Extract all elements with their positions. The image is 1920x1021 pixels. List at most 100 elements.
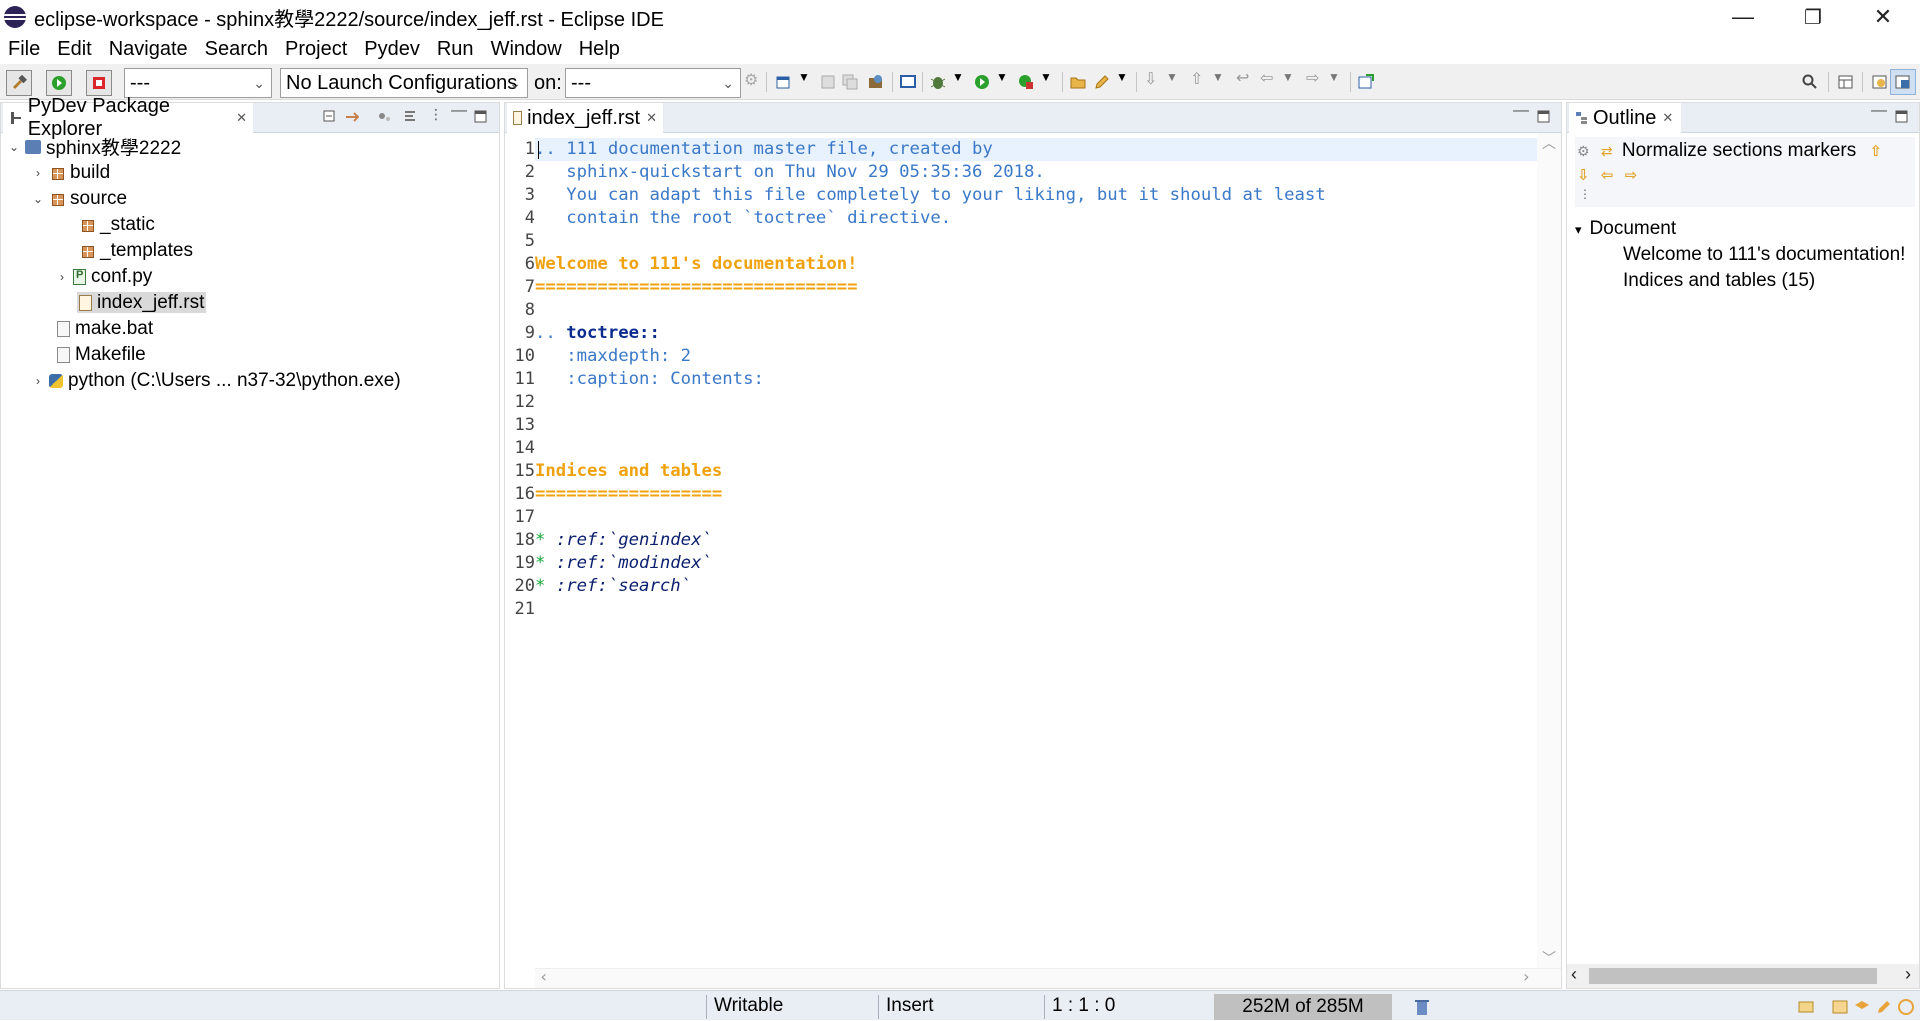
back-dropdown-icon[interactable]: ▼ <box>1282 70 1298 86</box>
java-perspective-icon[interactable] <box>1872 74 1888 90</box>
new-icon[interactable] <box>776 74 792 90</box>
chevron-down-icon[interactable]: ▾ <box>1575 222 1582 237</box>
editor-horizontal-scrollbar[interactable]: ‹ › <box>535 967 1561 988</box>
pydev-perspective-button[interactable] <box>1890 69 1916 95</box>
menu-edit[interactable]: Edit <box>49 38 100 61</box>
previous-annotation-icon[interactable]: ⇧ <box>1190 69 1206 88</box>
scroll-left-icon[interactable]: ‹ <box>539 967 549 986</box>
tree-item-static[interactable]: _static <box>79 214 155 235</box>
new-java-project-icon[interactable] <box>868 74 884 90</box>
launch-target-combo[interactable]: --- ⌄ <box>565 68 741 98</box>
outline-item-welcome[interactable]: Welcome to 111's documentation! <box>1623 243 1905 267</box>
chevron-right-icon[interactable]: › <box>31 166 45 180</box>
chevron-down-icon[interactable]: ⌄ <box>7 140 21 154</box>
save-all-icon[interactable] <box>842 74 858 90</box>
open-perspective-icon[interactable] <box>1838 74 1854 90</box>
tree-item-index-jeff-rst[interactable]: index_jeff.rst <box>77 292 207 313</box>
maximize-view-icon[interactable] <box>1895 110 1909 124</box>
tree-item-make-bat[interactable]: make.bat <box>57 318 153 339</box>
tab-outline[interactable]: Outline ✕ <box>1569 103 1681 133</box>
close-icon[interactable]: ✕ <box>1662 110 1673 126</box>
open-folder-icon[interactable] <box>1070 74 1086 90</box>
pencil-dropdown-icon[interactable]: ▼ <box>1116 70 1132 86</box>
tasks-icon[interactable] <box>1798 999 1816 1015</box>
graduation-cap-icon[interactable] <box>1854 999 1870 1015</box>
next-annotation-dropdown-icon[interactable]: ▼ <box>1166 70 1182 86</box>
coverage-dropdown-icon[interactable]: ▼ <box>1040 70 1056 86</box>
filters-icon[interactable] <box>377 110 391 124</box>
menu-project[interactable]: Project <box>277 38 356 61</box>
save-icon[interactable] <box>820 74 836 90</box>
close-icon[interactable]: ✕ <box>646 110 657 126</box>
tab-package-explorer[interactable]: PyDev Package Explorer ✕ <box>3 95 253 140</box>
menu-search[interactable]: Search <box>197 38 277 61</box>
forward-icon[interactable]: ⇨ <box>1306 68 1322 87</box>
maximize-editor-icon[interactable] <box>1537 110 1551 124</box>
coverage-icon[interactable] <box>1018 74 1034 90</box>
scroll-down-icon[interactable]: ﹀ <box>1542 948 1556 968</box>
scroll-left-icon[interactable]: ‹ <box>1571 964 1577 985</box>
run-dropdown-icon[interactable]: ▼ <box>996 70 1012 86</box>
new-dropdown-icon[interactable]: ▼ <box>798 70 814 86</box>
stop-launch-button[interactable] <box>86 70 112 96</box>
trash-icon[interactable] <box>1414 998 1430 1016</box>
scroll-up-icon[interactable]: ︿ <box>1542 133 1556 153</box>
tree-item-python-interpreter[interactable]: › python (C:\Users ... n37-32\python.exe… <box>31 370 401 391</box>
move-right-icon[interactable]: ⇨ <box>1625 167 1638 184</box>
minimize-view-icon[interactable]: — <box>451 102 467 119</box>
tree-item-templates[interactable]: _templates <box>79 240 193 261</box>
outline-horizontal-scrollbar[interactable]: ‹ › <box>1567 964 1919 988</box>
move-left-icon[interactable]: ⇦ <box>1601 167 1614 184</box>
menu-navigate[interactable]: Navigate <box>101 38 197 61</box>
menu-run[interactable]: Run <box>429 38 483 61</box>
minimize-view-icon[interactable]: — <box>1871 102 1887 119</box>
run-icon[interactable] <box>974 74 990 90</box>
tree-item-build[interactable]: › build <box>31 162 110 183</box>
minimize-editor-icon[interactable]: — <box>1513 102 1529 119</box>
link-with-editor-icon[interactable] <box>345 110 359 124</box>
debug-dropdown-icon[interactable]: ▼ <box>952 70 968 86</box>
close-button[interactable]: ✕ <box>1848 0 1918 34</box>
collapse-all-icon[interactable] <box>323 110 337 124</box>
move-down-icon[interactable]: ⇩ <box>1577 167 1590 184</box>
normalize-sections-markers-button[interactable]: ⚙ ⇄ Normalize sections markers ⇧ <box>1577 139 1882 163</box>
outline-item-indices[interactable]: Indices and tables (15) <box>1623 269 1815 293</box>
menu-file[interactable]: File <box>0 38 49 61</box>
launch-mode-combo[interactable]: --- ⌄ <box>124 68 272 98</box>
menu-window[interactable]: Window <box>483 38 571 61</box>
maximize-view-icon[interactable] <box>474 110 488 124</box>
scroll-right-icon[interactable]: › <box>1521 967 1531 986</box>
pin-editor-icon[interactable] <box>1358 74 1374 90</box>
menu-help[interactable]: Help <box>571 38 629 61</box>
outline-root-document[interactable]: ▾ Document <box>1575 217 1676 241</box>
forward-dropdown-icon[interactable]: ▼ <box>1328 70 1344 86</box>
chevron-right-icon[interactable]: › <box>31 374 45 388</box>
next-annotation-icon[interactable]: ⇩ <box>1144 69 1160 88</box>
rst-text-editor[interactable]: 1.. 111 documentation master file, creat… <box>505 133 1561 988</box>
tree-item-conf-py[interactable]: › conf.py <box>55 266 152 287</box>
chevron-right-icon[interactable]: › <box>55 270 69 284</box>
pencil-icon[interactable] <box>1094 74 1110 90</box>
book-icon[interactable] <box>1832 999 1848 1015</box>
minimize-button[interactable]: — <box>1708 0 1778 34</box>
view-menu-icon[interactable]: ⋮ <box>1579 187 1591 201</box>
pencil-icon[interactable] <box>1876 999 1892 1015</box>
gear-icon[interactable]: ⚙ <box>744 70 760 89</box>
move-up-icon[interactable]: ⇧ <box>1870 143 1883 160</box>
back-icon[interactable]: ⇦ <box>1260 68 1276 87</box>
editor-vertical-scrollbar[interactable]: ︿ ﹀ <box>1537 133 1561 968</box>
restore-button[interactable]: ❐ <box>1778 0 1848 34</box>
focus-active-task-icon[interactable] <box>403 110 417 124</box>
build-button[interactable] <box>6 70 32 96</box>
console-icon[interactable] <box>900 74 916 90</box>
tree-item-project[interactable]: ⌄ sphinx教學2222 <box>7 136 181 159</box>
run-launch-button[interactable] <box>46 70 72 96</box>
last-edit-location-icon[interactable]: ↩ <box>1236 68 1252 87</box>
tree-item-makefile[interactable]: Makefile <box>57 344 146 365</box>
tree-item-source[interactable]: ⌄ source <box>31 188 127 209</box>
launch-configuration-combo[interactable]: No Launch Configurations ⌄ <box>280 68 528 98</box>
chevron-down-icon[interactable]: ⌄ <box>31 192 45 206</box>
menu-pydev[interactable]: Pydev <box>356 38 429 61</box>
tab-index-jeff-rst[interactable]: index_jeff.rst ✕ <box>507 103 663 133</box>
view-menu-icon[interactable]: ⋮ <box>429 106 443 122</box>
